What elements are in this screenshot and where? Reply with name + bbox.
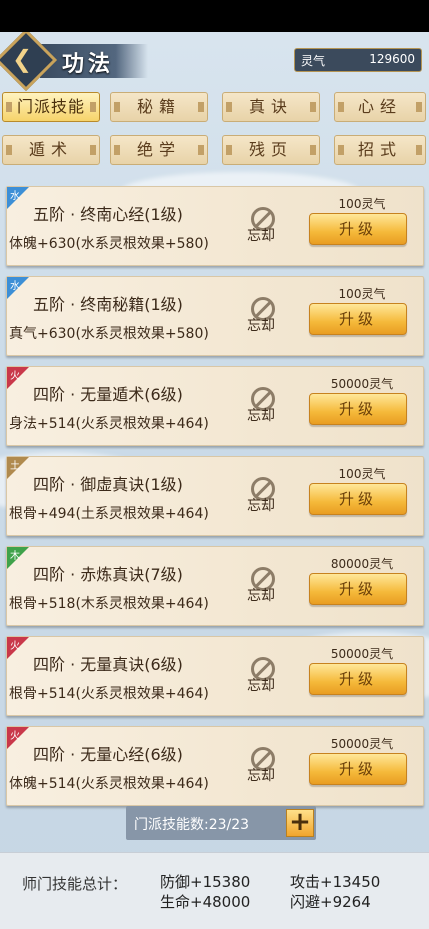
element-label: 火	[10, 371, 20, 382]
upgrade-button[interactable]: 升级	[309, 573, 407, 605]
tab-4[interactable]: 遁术	[2, 135, 100, 165]
forget-button[interactable]: 忘却	[247, 567, 281, 607]
skill-count: 门派技能数:23/23	[134, 817, 250, 833]
skill-name: 五阶 · 终南秘籍(1级)	[33, 295, 183, 314]
upgrade-button[interactable]: 升级	[309, 303, 407, 335]
forget-label: 忘却	[247, 318, 275, 334]
skill-name: 四阶 · 赤炼真诀(7级)	[33, 565, 183, 584]
upgrade-button[interactable]: 升级	[309, 753, 407, 785]
qi-label: 灵气	[301, 54, 326, 68]
skill-effect: 根骨+518(木系灵根效果+464)	[9, 596, 209, 612]
tab-6[interactable]: 残页	[222, 135, 320, 165]
upgrade-cost: 100灵气	[338, 197, 386, 211]
skill-card: 土四阶 · 御虚真诀(1级) 根骨+494(土系灵根效果+464) 忘却 100灵气升…	[6, 456, 424, 536]
skill-effect: 体魄+630(水系灵根效果+580)	[9, 236, 209, 252]
upgrade-button[interactable]: 升级	[309, 483, 407, 515]
forget-label: 忘却	[247, 228, 275, 244]
tab-3[interactable]: 心经	[334, 92, 426, 122]
forget-label: 忘却	[247, 588, 275, 604]
element-label: 火	[10, 731, 20, 742]
game-screen: ❮ 功法 灵气 129600 门派技能 秘籍 真诀 心经 遁术 绝学 残页 招式 水五阶 · …	[0, 32, 429, 929]
forget-label: 忘却	[247, 768, 275, 784]
skill-card: 水五阶 · 终南秘籍(1级) 真气+630(水系灵根效果+580) 忘却 100灵气升…	[6, 276, 424, 356]
upgrade-cost: 50000灵气	[330, 377, 394, 391]
forget-button[interactable]: 忘却	[247, 387, 281, 427]
upgrade-cost: 100灵气	[338, 467, 386, 481]
tab-7[interactable]: 招式	[334, 135, 426, 165]
stat-defense: 防御+15380	[160, 873, 251, 891]
skill-effect: 真气+630(水系灵根效果+580)	[9, 326, 209, 342]
skill-card: 火四阶 · 无量遁术(6级) 身法+514(火系灵根效果+464) 忘却 50000灵…	[6, 366, 424, 446]
tab-1[interactable]: 秘籍	[110, 92, 208, 122]
upgrade-cost: 50000灵气	[330, 647, 394, 661]
upgrade-button[interactable]: 升级	[309, 393, 407, 425]
qi-value: 129600	[369, 52, 415, 66]
upgrade-button[interactable]: 升级	[309, 663, 407, 695]
upgrade-cost: 100灵气	[338, 287, 386, 301]
stat-hp: 生命+48000	[160, 893, 251, 911]
skill-name: 四阶 · 无量遁术(6级)	[33, 385, 183, 404]
tab-2[interactable]: 真诀	[222, 92, 320, 122]
skill-effect: 身法+514(火系灵根效果+464)	[9, 416, 209, 432]
qi-balance: 灵气 129600	[294, 48, 422, 72]
forget-label: 忘却	[247, 408, 275, 424]
skill-effect: 根骨+494(土系灵根效果+464)	[9, 506, 209, 522]
skill-name: 五阶 · 终南心经(1级)	[33, 205, 183, 224]
forget-button[interactable]: 忘却	[247, 477, 281, 517]
skill-card: 木四阶 · 赤炼真诀(7级) 根骨+518(木系灵根效果+464) 忘却 80000灵…	[6, 546, 424, 626]
back-arrow-icon: ❮	[12, 45, 33, 73]
skill-name: 四阶 · 无量真诀(6级)	[33, 655, 183, 674]
skill-effect: 根骨+514(火系灵根效果+464)	[9, 686, 209, 702]
element-label: 木	[10, 551, 20, 562]
skill-card: 火四阶 · 无量心经(6级) 体魄+514(火系灵根效果+464) 忘却 50000灵…	[6, 726, 424, 806]
forget-label: 忘却	[247, 678, 275, 694]
forget-button[interactable]: 忘却	[247, 747, 281, 787]
stat-dodge: 闪避+9264	[290, 893, 371, 911]
element-label: 水	[10, 281, 20, 292]
expand-slots-button[interactable]: +	[286, 809, 314, 837]
summary-label: 师门技能总计：	[22, 875, 128, 893]
upgrade-cost: 50000灵气	[330, 737, 394, 751]
skill-name: 四阶 · 无量心经(6级)	[33, 745, 183, 764]
page-title: 功法	[62, 51, 115, 77]
element-label: 水	[10, 191, 20, 202]
skill-count-bar: 门派技能数:23/23 +	[126, 806, 316, 840]
skill-name: 四阶 · 御虚真诀(1级)	[33, 475, 183, 494]
skill-effect: 体魄+514(火系灵根效果+464)	[9, 776, 209, 792]
element-label: 火	[10, 641, 20, 652]
forget-label: 忘却	[247, 498, 275, 514]
forget-button[interactable]: 忘却	[247, 657, 281, 697]
forget-button[interactable]: 忘却	[247, 207, 281, 247]
tab-5[interactable]: 绝学	[110, 135, 208, 165]
tab-0[interactable]: 门派技能	[2, 92, 100, 122]
skill-summary: 师门技能总计： 防御+15380 攻击+13450 生命+48000 闪避+92…	[0, 852, 429, 929]
forget-button[interactable]: 忘却	[247, 297, 281, 337]
element-label: 土	[10, 461, 20, 472]
skill-card: 火四阶 · 无量真诀(6级) 根骨+514(火系灵根效果+464) 忘却 50000灵…	[6, 636, 424, 716]
upgrade-button[interactable]: 升级	[309, 213, 407, 245]
stat-attack: 攻击+13450	[290, 873, 381, 891]
upgrade-cost: 80000灵气	[330, 557, 394, 571]
skill-card: 水五阶 · 终南心经(1级) 体魄+630(水系灵根效果+580) 忘却 100灵气升…	[6, 186, 424, 266]
